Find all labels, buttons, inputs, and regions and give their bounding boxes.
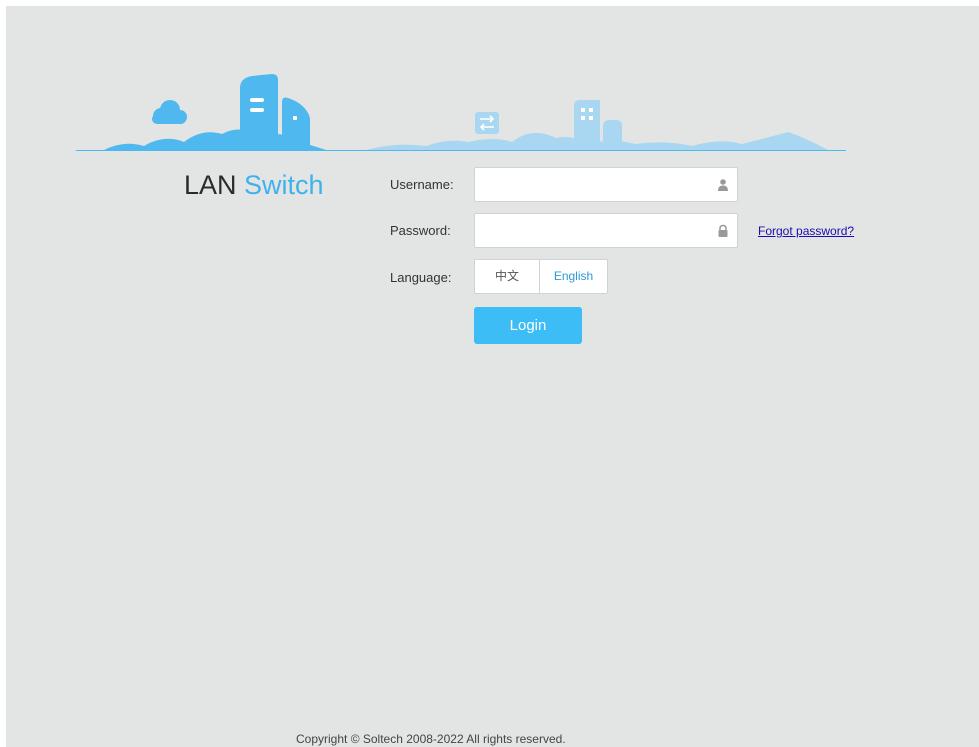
- password-input[interactable]: [475, 214, 721, 247]
- language-option-chinese[interactable]: 中文: [474, 259, 540, 294]
- faint-small-building-icon: [603, 120, 622, 150]
- building-icon: [240, 74, 278, 150]
- product-title: LAN Switch: [184, 167, 324, 203]
- login-button[interactable]: Login: [474, 307, 582, 344]
- copyright-text: Copyright © Soltech 2008-2022 All rights…: [296, 732, 566, 746]
- forgot-password-link[interactable]: Forgot password?: [758, 224, 854, 238]
- cloud-icon: [152, 100, 187, 124]
- username-input[interactable]: [475, 168, 721, 201]
- language-option-english[interactable]: English: [540, 259, 608, 294]
- username-field-container: [474, 167, 738, 202]
- skyline-banner: [76, 74, 846, 151]
- lock-icon: [718, 224, 728, 237]
- user-icon: [718, 179, 728, 191]
- password-field-container: [474, 213, 738, 248]
- password-label: Password:: [390, 223, 451, 238]
- language-label: Language:: [390, 270, 452, 285]
- login-page: LAN Switch Username: Password: Forgot pa…: [6, 6, 979, 747]
- product-title-switch: Switch: [244, 170, 324, 200]
- product-title-lan: LAN: [184, 170, 237, 200]
- transfer-icon: [475, 112, 499, 134]
- language-selector: 中文 English: [474, 259, 608, 294]
- small-building-icon: [282, 97, 310, 150]
- faint-building-icon: [574, 100, 600, 150]
- username-label: Username:: [390, 177, 454, 192]
